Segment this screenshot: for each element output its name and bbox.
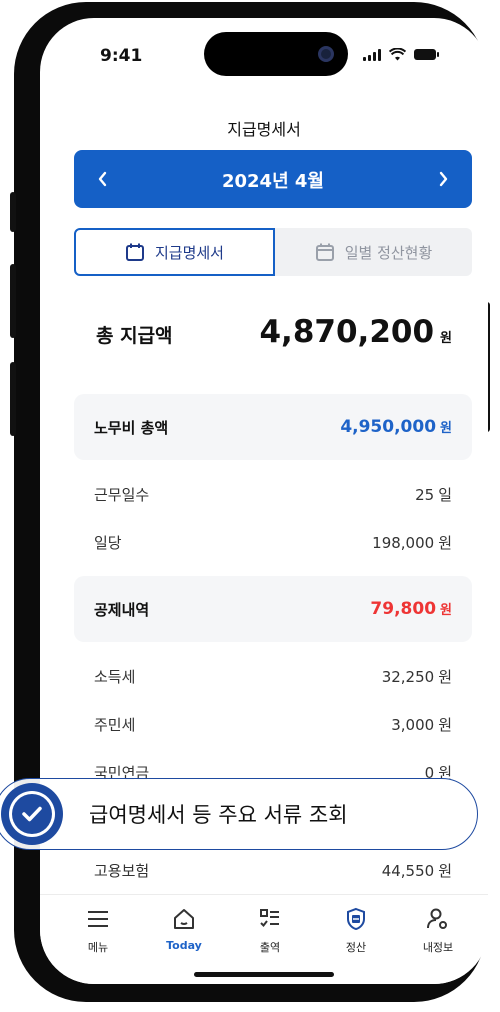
labor-total-label: 노무비 총액	[94, 418, 169, 437]
detail-unit: 일	[438, 486, 452, 504]
camera-icon	[318, 46, 334, 62]
banner-text: 급여명세서 등 주요 서류 조회	[89, 803, 348, 827]
labor-total-value: 4,950,000	[340, 417, 437, 437]
labor-total-amount: 4,950,000 원	[340, 417, 452, 437]
tab-settlement-label: 정산	[345, 941, 367, 954]
dynamic-island	[204, 32, 348, 76]
tab-settlement[interactable]: 정산	[326, 905, 386, 955]
tab-menu[interactable]: 메뉴	[68, 905, 128, 955]
month-label: 2024년 4월	[221, 171, 324, 192]
view-tabs: 지급명세서 일별 정산현황	[74, 228, 472, 276]
volume-up-button	[10, 264, 16, 338]
settlement-icon	[342, 905, 370, 933]
detail-value: 198,000 원	[372, 532, 452, 553]
tab-daily-settlement[interactable]: 일별 정산현황	[275, 228, 472, 276]
menu-icon	[84, 905, 112, 933]
deduction-unit: 원	[440, 603, 452, 618]
deduction-amount: 79,800 원	[370, 599, 452, 619]
detail-unit: 원	[438, 668, 452, 686]
tab-my-info-label: 내정보	[422, 941, 454, 954]
detail-label: 일당	[94, 534, 122, 552]
user-settings-icon	[424, 905, 452, 933]
total-pay-row: 총 지급액 4,870,200 원	[96, 314, 452, 350]
tab-label: 일별 정산현황	[344, 243, 433, 262]
phone-frame: 9:41 지급명세서 2024년 4월 지급명세서 일별 정산현황 총 지급액 …	[10, 2, 490, 1002]
detail-label: 소득세	[94, 668, 136, 686]
check-circle-icon	[1, 783, 63, 845]
total-pay-value: 4,870,200	[259, 314, 435, 350]
home-icon	[170, 905, 198, 933]
tab-my-info[interactable]: 내정보	[408, 905, 468, 955]
page-title: 지급명세서	[227, 120, 301, 139]
detail-label: 주민세	[94, 716, 136, 734]
labor-total-unit: 원	[440, 421, 452, 436]
calendar-icon	[315, 243, 334, 261]
work-days-row: 근무일수 25 일	[94, 484, 452, 505]
status-icons	[363, 48, 439, 61]
resident-tax-row: 주민세 3,000 원	[94, 714, 452, 735]
signal-icon	[363, 48, 381, 61]
tab-today-label: Today	[166, 939, 202, 952]
detail-unit: 원	[438, 716, 452, 734]
total-pay-amount: 4,870,200 원	[259, 314, 452, 350]
total-pay-unit: 원	[440, 331, 452, 346]
total-pay-label: 총 지급액	[96, 325, 173, 347]
deduction-label: 공제내역	[94, 600, 150, 619]
detail-number: 25	[415, 486, 435, 504]
detail-unit: 원	[438, 534, 452, 552]
deduction-card: 공제내역 79,800 원	[74, 576, 472, 642]
tab-today[interactable]: Today	[154, 905, 214, 952]
wifi-icon	[389, 48, 406, 61]
month-navigator: 2024년 4월	[74, 150, 472, 208]
detail-unit: 원	[438, 862, 452, 880]
action-button	[10, 192, 16, 232]
checklist-icon	[256, 905, 284, 933]
home-indicator	[194, 972, 334, 977]
volume-down-button	[10, 362, 16, 436]
tab-menu-label: 메뉴	[87, 941, 109, 954]
detail-number: 32,250	[381, 668, 435, 686]
daily-wage-row: 일당 198,000 원	[94, 532, 452, 553]
detail-label: 근무일수	[94, 486, 150, 504]
deduction-value: 79,800	[370, 599, 437, 619]
tab-pay-statement[interactable]: 지급명세서	[74, 228, 275, 276]
detail-value: 3,000 원	[391, 714, 452, 735]
tab-label: 지급명세서	[154, 243, 224, 262]
tab-attendance[interactable]: 출역	[240, 905, 300, 955]
detail-value: 25 일	[415, 484, 452, 505]
detail-value: 44,550 원	[382, 860, 452, 881]
income-tax-row: 소득세 32,250 원	[94, 666, 452, 687]
detail-number: 198,000	[372, 534, 435, 552]
detail-label: 고용보험	[94, 862, 150, 880]
battery-icon	[414, 49, 439, 60]
chevron-right-icon	[439, 171, 448, 187]
tab-attendance-label: 출역	[259, 941, 281, 954]
detail-value: 32,250 원	[382, 666, 452, 687]
labor-total-card: 노무비 총액 4,950,000 원	[74, 394, 472, 460]
status-bar: 9:41	[40, 18, 488, 102]
detail-number: 3,000	[391, 716, 435, 734]
employment-insurance-row: 고용보험 44,550 원	[94, 860, 452, 881]
next-month-button[interactable]	[414, 150, 472, 208]
bottom-tab-bar: 메뉴 Today 출역 정산 내정보	[40, 894, 488, 984]
calendar-icon	[125, 243, 144, 261]
status-time: 9:41	[100, 46, 143, 66]
documents-banner[interactable]: 급여명세서 등 주요 서류 조회	[0, 778, 478, 850]
detail-number: 44,550	[381, 862, 435, 880]
